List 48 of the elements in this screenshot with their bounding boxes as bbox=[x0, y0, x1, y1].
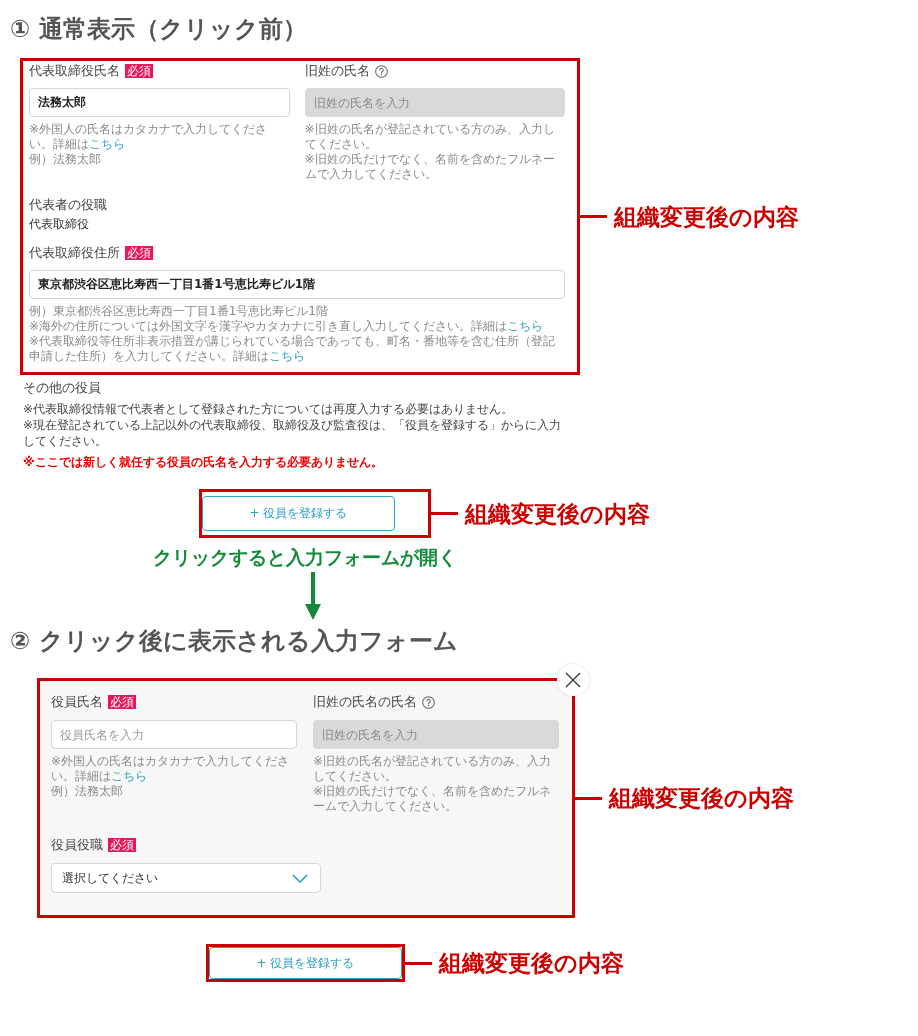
required-badge: 必須 bbox=[108, 695, 136, 709]
required-badge: 必須 bbox=[108, 838, 136, 852]
field-label: その他の役員 bbox=[23, 379, 102, 397]
field-label: 役員役職 bbox=[51, 836, 103, 854]
required-badge: 必須 bbox=[125, 246, 153, 260]
notice-text: ※現在登記されている上記以外の代表取締役、取締役及び監査役は、「役員を登録する」からに入力してください。 bbox=[23, 417, 563, 449]
hint-text: ※代表取締役等住所非表示措置が講じられている場合であっても、町名・番地等を含む住所（登記申請した住所）を入力してください。詳細はこちら bbox=[29, 334, 557, 364]
callout-label: 組織変更後の内容 bbox=[614, 202, 799, 232]
hint-text: ※旧姓の氏名が登記されている方のみ、入力してください。 bbox=[304, 122, 556, 152]
down-arrow bbox=[305, 572, 321, 620]
close-button[interactable] bbox=[557, 664, 589, 696]
field-label: 役員氏名 bbox=[51, 693, 103, 711]
hint-text: ※旧姓の氏だけでなく、名前を含めたフルネームで入力してください。 bbox=[313, 784, 553, 814]
details-link[interactable]: こちら bbox=[507, 319, 544, 333]
warning-text: ※ここでは新しく就任する役員の氏名を入力する必要ありません。 bbox=[23, 454, 384, 471]
add-officer-button[interactable]: + 役員を登録する bbox=[209, 947, 402, 979]
text-field[interactable]: 法務太郎 bbox=[29, 88, 290, 117]
callout-label: 組織変更後の内容 bbox=[609, 784, 794, 813]
close-icon bbox=[565, 672, 581, 688]
field-label: 代表取締役氏名 bbox=[29, 62, 120, 80]
callout-label: 組織変更後の内容 bbox=[439, 949, 624, 978]
text-field[interactable]: 東京都渋谷区恵比寿西一丁目1番1号恵比寿ビル1階 bbox=[29, 270, 565, 299]
section-heading: ① 通常表示（クリック前） bbox=[10, 14, 308, 44]
field-label: 代表者の役職 bbox=[29, 196, 107, 214]
text-field[interactable]: 役員氏名を入力 bbox=[51, 720, 297, 749]
hint-text: ※外国人の氏名はカタカナで入力してください。詳細はこちら bbox=[51, 754, 291, 784]
hint-text: ※海外の住所については外国文字を漢字やカタカナに引き直し入力してください。詳細はこちら bbox=[29, 319, 545, 334]
select-dropdown[interactable]: 選択してください bbox=[51, 863, 321, 893]
callout-label: 組織変更後の内容 bbox=[465, 499, 650, 529]
section-heading: ② クリック後に表示される入力フォーム bbox=[10, 626, 459, 656]
add-officer-button[interactable]: + 役員を登録する bbox=[202, 496, 395, 531]
details-link[interactable]: こちら bbox=[89, 137, 125, 151]
field-label: 旧姓の氏名 bbox=[304, 62, 370, 80]
required-badge: 必須 bbox=[125, 64, 153, 78]
hint-text: ※外国人の氏名はカタカナで入力してください。詳細はこちら bbox=[29, 122, 269, 152]
transition-label: クリックすると入力フォームが開く bbox=[153, 545, 457, 570]
hint-text: 例）東京都渋谷区恵比寿西一丁目1番1号恵比寿ビル1階 bbox=[29, 304, 329, 319]
hint-text: 例）法務太郎 bbox=[29, 152, 102, 167]
field-value: 代表取締役 bbox=[29, 216, 90, 232]
details-link[interactable]: こちら bbox=[111, 769, 147, 783]
notice-text: ※代表取締役情報で代表者として登録された方については再度入力する必要はありません。 bbox=[23, 401, 515, 417]
hint-text: ※旧姓の氏名が登記されている方のみ、入力してください。 bbox=[313, 754, 553, 784]
hint-text: ※旧姓の氏だけでなく、名前を含めたフルネームで入力してください。 bbox=[304, 152, 556, 182]
field-label: 代表取締役住所 bbox=[29, 244, 120, 262]
chevron-down-icon bbox=[292, 873, 308, 883]
hint-text: 例）法務太郎 bbox=[51, 784, 124, 799]
details-link[interactable]: こちら bbox=[269, 349, 305, 363]
field-label: 旧姓の氏名の氏名 bbox=[313, 693, 417, 711]
